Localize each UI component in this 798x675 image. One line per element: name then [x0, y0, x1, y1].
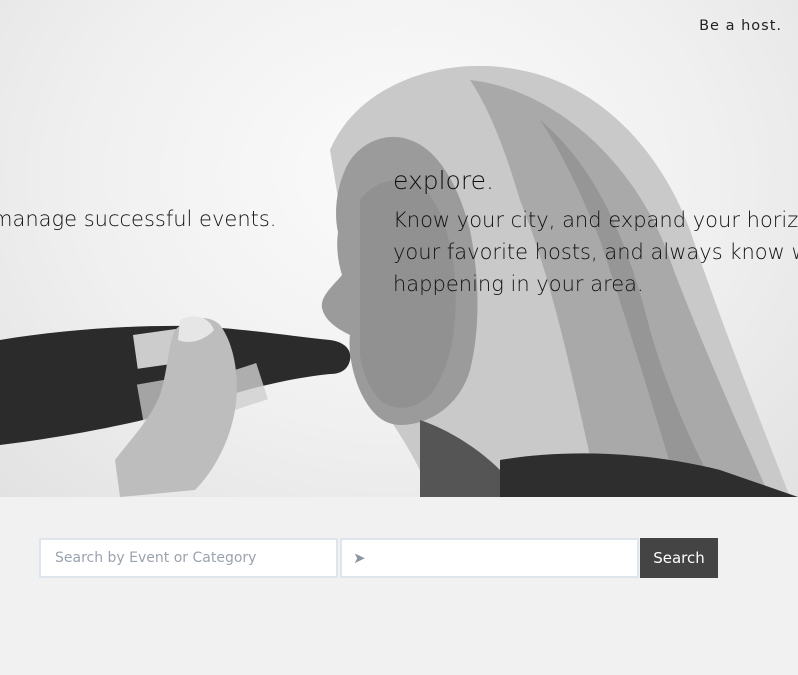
hero-slide-explore: explore. Know your city, and expand your…	[393, 166, 798, 300]
hero-banner: Be a host. manage successful events. exp…	[0, 0, 798, 497]
hero-slide-line: Know your city, and expand your horizo	[393, 208, 798, 232]
search-button[interactable]: Search	[640, 538, 718, 578]
hero-slide-description: Know your city, and expand your horizo y…	[393, 204, 798, 300]
be-a-host-link[interactable]: Be a host.	[699, 18, 782, 34]
hero-slide-line: your favorite hosts, and always know w	[393, 240, 798, 264]
location-arrow-icon: ➤	[353, 549, 366, 567]
location-field-wrapper: ➤	[340, 538, 639, 579]
hero-slide-line: happening in your area.	[393, 272, 644, 296]
event-search-input[interactable]	[39, 538, 338, 578]
search-bar: ➤ Search	[39, 538, 718, 579]
hero-slide-text-left: manage successful events.	[0, 207, 277, 231]
hero-slide-title: explore.	[393, 166, 494, 195]
location-input[interactable]	[340, 538, 639, 578]
